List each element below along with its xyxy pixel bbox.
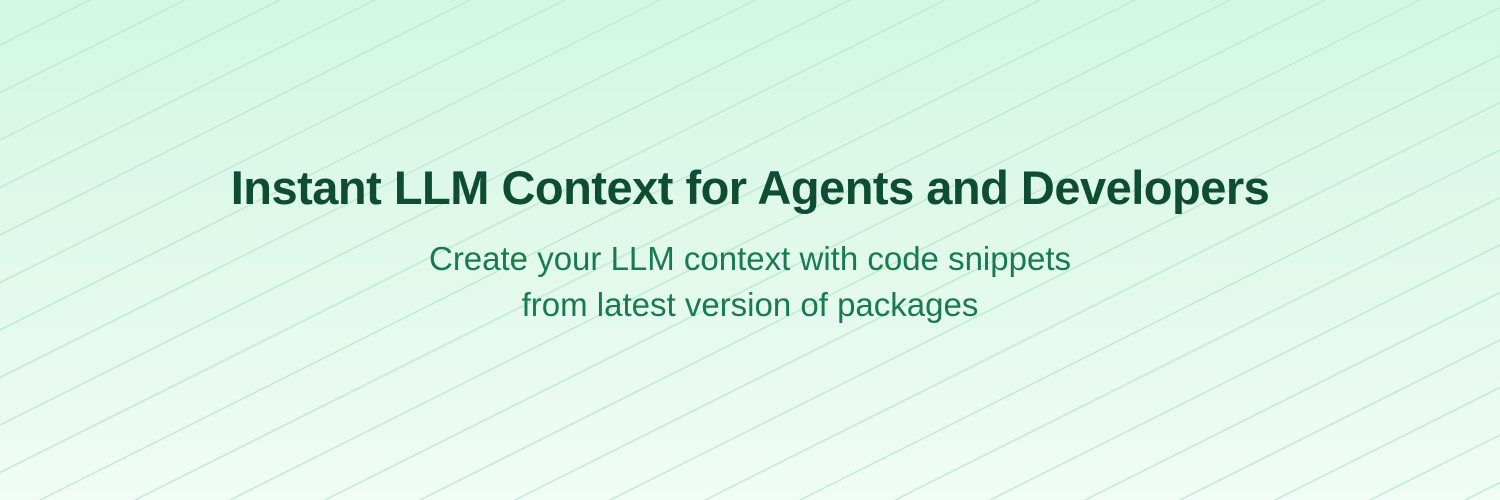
hero-content: Instant LLM Context for Agents and Devel…	[0, 0, 1500, 500]
page-title: Instant LLM Context for Agents and Devel…	[230, 161, 1270, 214]
subtitle-line-1: Create your LLM context with code snippe…	[428, 240, 1071, 277]
subtitle: Create your LLM context with code snippe…	[429, 236, 1071, 328]
hero-banner: Instant LLM Context for Agents and Devel…	[0, 0, 1500, 500]
subtitle-line-2: from latest version of packages	[521, 286, 979, 323]
